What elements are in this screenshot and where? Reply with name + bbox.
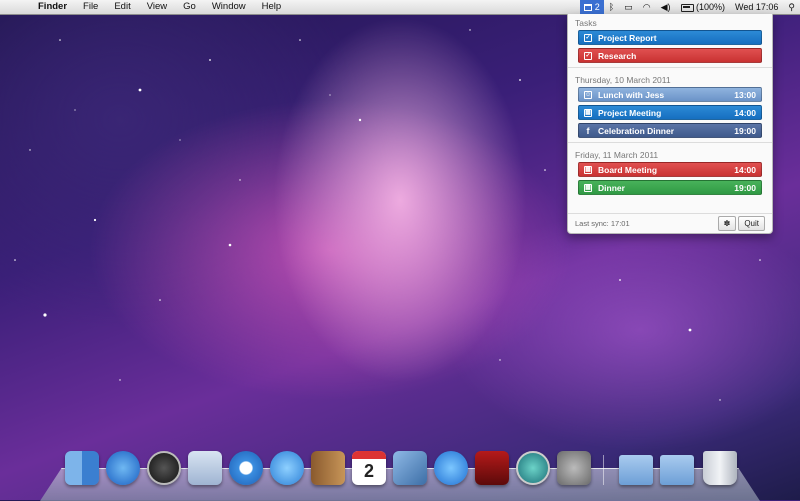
ical-header [352,451,386,459]
time-machine-icon[interactable] [516,451,550,485]
menu-go[interactable]: Go [175,0,204,14]
app-store-icon[interactable] [106,451,140,485]
menubar-clock[interactable]: Wed 17:06 [730,0,783,14]
calendar-icon [583,3,592,11]
battery-percent: (100%) [696,2,726,12]
event-item[interactable]: f Celebration Dinner 19:00 [578,123,762,138]
menu-help[interactable]: Help [254,0,290,14]
battery-status[interactable]: (100%) [676,0,731,14]
event-item[interactable]: ▦ Dinner 19:00 [578,180,762,195]
event-item[interactable]: ▦ Project Meeting 14:00 [578,105,762,120]
event-label: Dinner [598,182,625,193]
preview-icon[interactable] [393,451,427,485]
event-label: Board Meeting [598,164,658,175]
photo-booth-icon[interactable] [475,451,509,485]
person-icon: ☺ [584,90,592,99]
last-sync-text: Last sync: 17:01 [575,219,630,228]
tasks-section-title: Tasks [575,18,597,28]
calendar-icon: ▦ [584,108,592,117]
event-time: 19:00 [734,182,756,193]
quit-button[interactable]: Quit [738,216,765,231]
system-preferences-icon[interactable] [557,451,591,485]
panel-footer: Last sync: 17:01 ✽ Quit [568,213,772,233]
wifi-icon[interactable]: ◠ [638,0,656,14]
task-label: Project Report [598,32,657,43]
settings-button[interactable]: ✽ [717,216,737,231]
ical-icon[interactable]: 2 [352,451,386,485]
event-time: 14:00 [734,107,756,118]
dashboard-icon[interactable] [147,451,181,485]
trash-icon[interactable] [703,451,737,485]
ichat-icon[interactable] [270,451,304,485]
menu-window[interactable]: Window [204,0,254,14]
divider [568,142,772,143]
status-tray: 2 ᛒ ▭ ◠ ◀) (100%) Wed 17:06 ⚲ [579,0,800,14]
facebook-icon: f [586,125,590,136]
footer-buttons: ✽ Quit [717,216,765,231]
event-label: Project Meeting [598,107,662,118]
app-menu-finder[interactable]: Finder [30,0,75,14]
checkbox-icon[interactable]: ✓ [584,51,592,60]
gear-icon: ✽ [723,219,731,228]
day-section-title: Friday, 11 March 2011 [575,150,659,160]
display-icon[interactable]: ▭ [619,0,638,14]
address-book-icon[interactable] [311,451,345,485]
safari-icon[interactable] [229,451,263,485]
volume-icon[interactable]: ◀) [656,0,676,14]
event-time: 19:00 [734,125,756,136]
calendar-tasks-menu-extra[interactable]: 2 [579,0,604,14]
mail-icon[interactable] [188,451,222,485]
bluetooth-icon[interactable]: ᛒ [604,0,619,14]
calendar-icon: ▦ [584,165,592,174]
event-label: Celebration Dinner [598,125,675,136]
itunes-icon[interactable] [434,451,468,485]
menu-view[interactable]: View [139,0,175,14]
day-section-title: Thursday, 10 March 2011 [575,75,671,85]
event-item[interactable]: ▦ Board Meeting 14:00 [578,162,762,177]
event-label: Lunch with Jess [598,89,665,100]
divider [568,67,772,68]
event-time: 14:00 [734,164,756,175]
task-item[interactable]: ✓ Research [578,48,762,63]
battery-icon [680,3,694,12]
calendar-icon: ▦ [584,183,592,192]
task-item[interactable]: ✓ Project Report [578,30,762,45]
applications-folder-icon[interactable] [619,455,653,485]
task-label: Research [598,50,637,61]
dock-separator [603,455,604,485]
finder-icon[interactable] [65,451,99,485]
event-item[interactable]: ☺ Lunch with Jess 13:00 [578,87,762,102]
calendar-dropdown-panel: Tasks ✓ Project Report ✓ Research Thursd… [567,14,773,234]
ical-day: 2 [363,461,374,481]
pending-count-badge: 2 [594,2,600,12]
checkbox-icon[interactable]: ✓ [584,33,592,42]
menu-edit[interactable]: Edit [106,0,138,14]
menu-bar: Finder File Edit View Go Window Help 2 ᛒ… [0,0,800,15]
menu-file[interactable]: File [75,0,106,14]
documents-folder-icon[interactable] [660,455,694,485]
spotlight-icon[interactable]: ⚲ [783,0,800,14]
event-time: 13:00 [734,89,756,100]
